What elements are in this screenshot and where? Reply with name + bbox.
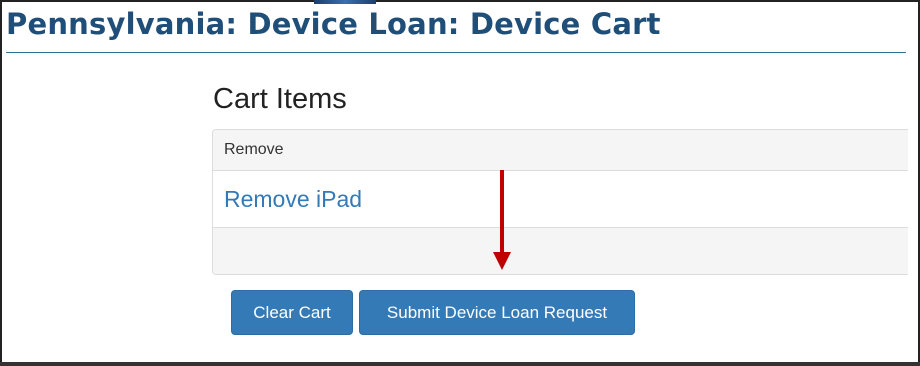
cart-item-row: Remove iPad: [213, 171, 908, 228]
cart-column-header: Remove: [213, 130, 908, 171]
remove-ipad-link[interactable]: Remove iPad: [224, 186, 362, 212]
submit-device-loan-request-button[interactable]: Submit Device Loan Request: [359, 290, 635, 335]
cart-items-heading: Cart Items: [213, 83, 347, 115]
clear-cart-button[interactable]: Clear Cart: [231, 290, 353, 335]
title-divider: [6, 52, 906, 53]
down-arrow-icon: [493, 170, 511, 270]
cart-panel: Remove Remove iPad: [212, 129, 908, 275]
page-title: Pennsylvania: Device Loan: Device Cart: [6, 7, 661, 41]
cart-panel-footer: [213, 228, 908, 274]
bottom-border: [0, 362, 920, 366]
